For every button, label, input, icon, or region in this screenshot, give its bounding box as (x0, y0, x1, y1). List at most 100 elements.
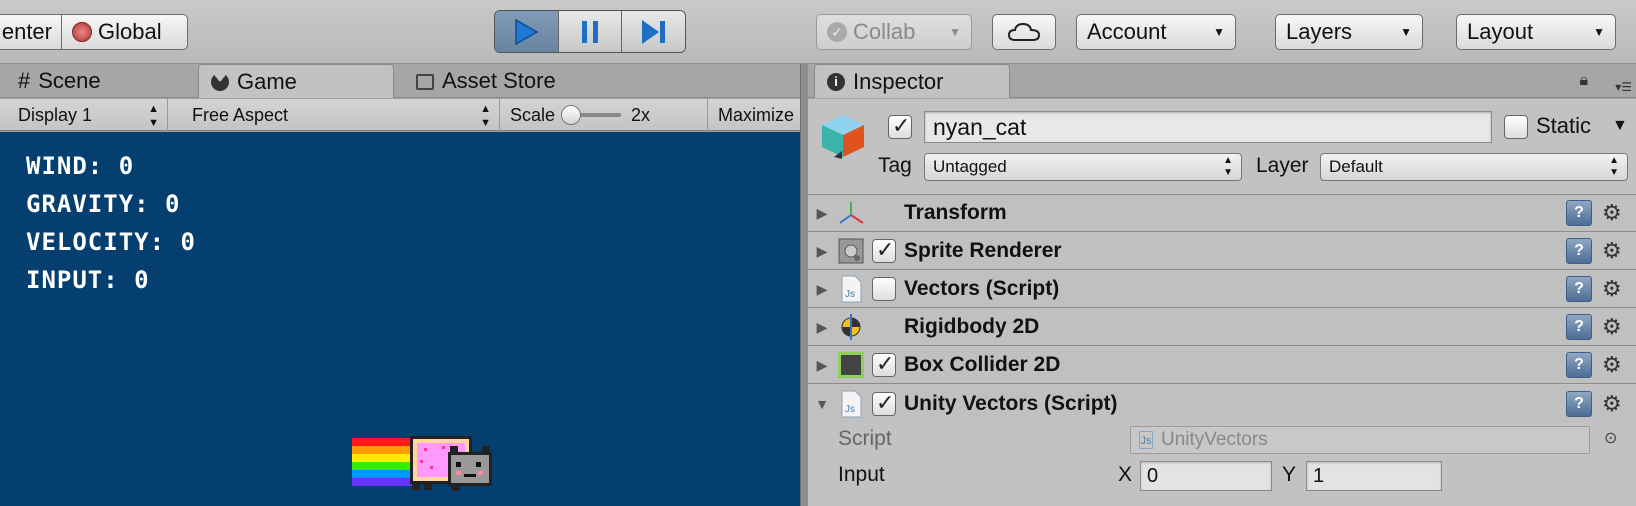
tab-asset-store-label: Asset Store (442, 68, 556, 93)
lock-icon[interactable]: 🔒︎ (1579, 72, 1588, 90)
chevron-down-icon: ▼ (1213, 25, 1225, 39)
input-y-label: Y (1282, 463, 1297, 486)
component-enabled-checkbox[interactable] (872, 237, 896, 263)
gear-icon[interactable]: ⚙ (1602, 391, 1632, 417)
fold-arrow-icon[interactable]: ▶ (808, 205, 836, 222)
static-label: Static (1536, 113, 1592, 138)
info-icon: i (827, 72, 845, 91)
pause-button[interactable] (558, 11, 623, 52)
component-vectors-script[interactable]: ▶ Js Vectors (Script) ? ⚙ (808, 271, 1636, 308)
gear-icon[interactable]: ⚙ (1602, 200, 1632, 226)
help-book-icon[interactable]: ? (1566, 200, 1592, 226)
scale-value: 2x (631, 105, 651, 125)
static-checkbox[interactable] (1504, 115, 1528, 139)
rigidbody-icon (836, 312, 866, 342)
help-book-icon[interactable]: ? (1566, 390, 1592, 417)
component-sprite-renderer[interactable]: ▶ Sprite Renderer ? ⚙ (808, 233, 1636, 270)
collab-check-icon: ✓ (827, 22, 847, 42)
play-icon (515, 18, 539, 45)
component-name: Sprite Renderer (904, 239, 1062, 262)
js-script-icon: Js (836, 274, 866, 304)
tag-label: Tag (878, 154, 912, 177)
component-enabled-checkbox[interactable] (872, 390, 896, 416)
scale-slider[interactable] (561, 105, 622, 125)
panel-menu-icon[interactable]: ▾☰ (1615, 80, 1632, 94)
step-button[interactable] (622, 11, 685, 52)
game-viewport[interactable]: WIND: 0 GRAVITY: 0 VELOCITY: 0 INPUT: 0 (0, 132, 800, 506)
account-dropdown[interactable]: Account ▼ (1076, 14, 1236, 50)
gear-icon[interactable]: ⚙ (1602, 276, 1632, 302)
chevron-down-icon: ▼ (1400, 25, 1412, 39)
layout-dropdown[interactable]: Layout ▼ (1456, 14, 1616, 50)
gameobject-active-checkbox[interactable] (888, 113, 912, 139)
input-label: Input (838, 463, 885, 486)
global-local-button[interactable]: Global (61, 14, 188, 50)
help-book-icon[interactable]: ? (1566, 352, 1592, 378)
tab-inspector[interactable]: i Inspector (814, 64, 1010, 98)
panel-splitter[interactable] (800, 64, 808, 506)
fold-arrow-icon[interactable]: ▶ (808, 319, 836, 336)
tab-scene-label: Scene (38, 68, 101, 93)
cloud-services-button[interactable] (992, 14, 1056, 50)
fold-arrow-icon[interactable]: ▶ (808, 243, 836, 260)
shopping-bag-icon (416, 74, 434, 90)
pivot-center-button[interactable]: enter (0, 14, 62, 50)
nyan-cat-sprite (352, 436, 492, 491)
component-enabled-checkbox[interactable] (872, 277, 896, 301)
hud-wind: WIND: 0 (26, 152, 135, 180)
input-y-field[interactable]: 1 (1306, 461, 1442, 491)
layer-value: Default (1329, 157, 1383, 176)
scale-label: Scale (510, 105, 556, 125)
chevron-down-icon: ▼ (949, 25, 961, 39)
static-dropdown-arrow-icon[interactable]: ▼ (1612, 111, 1628, 141)
play-button[interactable] (495, 11, 559, 52)
gear-icon[interactable]: ⚙ (1602, 238, 1632, 264)
component-rigidbody-2d[interactable]: ▶ Rigidbody 2D ? ⚙ (808, 309, 1636, 346)
gear-icon[interactable]: ⚙ (1602, 314, 1632, 340)
help-book-icon[interactable]: ? (1566, 276, 1592, 302)
component-box-collider-2d[interactable]: ▶ Box Collider 2D ? ⚙ (808, 347, 1636, 384)
hud-gravity: GRAVITY: 0 (26, 190, 181, 218)
fold-arrow-icon[interactable]: ▶ (808, 281, 836, 298)
display-dropdown[interactable]: Display 1 ▲ ▼ (8, 99, 168, 131)
hud-velocity: VELOCITY: 0 (26, 228, 196, 256)
component-name: Vectors (Script) (904, 277, 1060, 300)
fold-arrow-icon[interactable]: ▶ (808, 357, 836, 374)
help-book-icon[interactable]: ? (1566, 314, 1592, 340)
pause-icon (582, 20, 598, 43)
maximize-on-play-toggle[interactable]: Maximize (708, 99, 800, 131)
input-x-field[interactable]: 0 (1140, 461, 1272, 491)
global-label: Global (98, 19, 162, 44)
transform-axes-icon (836, 198, 866, 228)
tab-inspector-label: Inspector (853, 68, 944, 94)
tag-dropdown[interactable]: Untagged ▲ ▼ (924, 153, 1242, 181)
component-unity-vectors-script[interactable]: ▼ Js Unity Vectors (Script) ? ⚙ (808, 385, 1636, 422)
inspector-tab-bar: i Inspector 🔒︎ ▾☰ (808, 64, 1636, 98)
tab-asset-store[interactable]: Asset Store (404, 64, 614, 98)
gear-icon[interactable]: ⚙ (1602, 352, 1632, 378)
tab-game[interactable]: Game (198, 64, 394, 98)
layer-dropdown[interactable]: Default ▲ ▼ (1320, 153, 1628, 181)
step-forward-icon (641, 19, 665, 44)
tab-scene[interactable]: # Scene (6, 64, 186, 98)
globe-icon (72, 22, 92, 42)
collab-button[interactable]: ✓ Collab ▼ (816, 14, 972, 50)
component-enabled-checkbox[interactable] (872, 351, 896, 377)
gameobject-name-field[interactable]: nyan_cat (924, 111, 1492, 143)
maximize-label: Maximize (718, 105, 795, 125)
gameobject-header: nyan_cat Static ▼ Tag Untagged ▲▼ Layer … (808, 99, 1636, 195)
layers-dropdown[interactable]: Layers ▼ (1275, 14, 1423, 50)
component-transform[interactable]: ▶ Transform ? ⚙ (808, 195, 1636, 232)
pivot-label: enter (1, 19, 52, 44)
layers-label: Layers (1286, 19, 1353, 44)
tab-game-label: Game (237, 68, 297, 94)
game-view-toolbar: Display 1 ▲ ▼ Free Aspect ▲ ▼ Scale 2x Max… (0, 99, 800, 131)
gameobject-cube-icon (822, 115, 864, 159)
fold-arrow-expanded-icon[interactable]: ▼ (808, 396, 836, 412)
help-book-icon[interactable]: ? (1566, 238, 1592, 264)
object-picker-icon[interactable]: ⊙ (1604, 422, 1617, 456)
account-label: Account (1087, 19, 1167, 44)
aspect-dropdown[interactable]: Free Aspect ▲ ▼ (182, 99, 500, 131)
script-label: Script (838, 427, 892, 450)
svg-text:Js: Js (845, 289, 855, 300)
